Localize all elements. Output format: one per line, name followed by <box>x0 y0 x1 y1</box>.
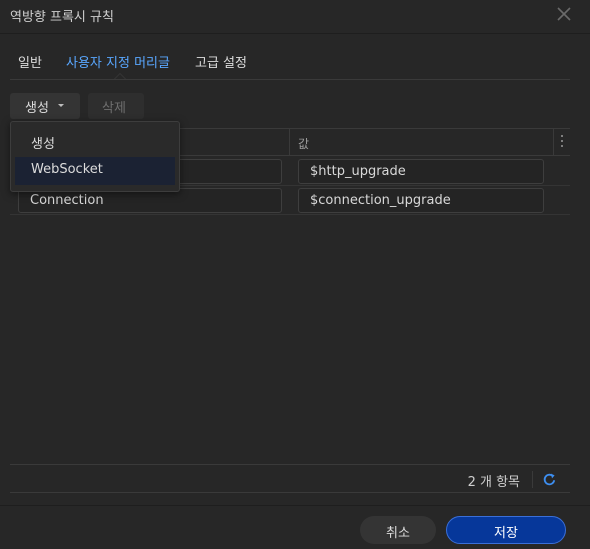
reverse-proxy-dialog: 역방향 프록시 규칙 일반 사용자 지정 머리글 고급 설정 생성 삭제 값 $… <box>0 0 590 549</box>
column-menu-icon[interactable] <box>560 135 564 149</box>
column-header-value[interactable]: 값 <box>298 135 309 152</box>
refresh-icon[interactable] <box>542 472 557 487</box>
grid-footer: 2 개 항목 <box>10 464 570 493</box>
tab-general[interactable]: 일반 <box>18 52 42 71</box>
create-button[interactable]: 생성 <box>10 93 80 119</box>
tab-bar: 일반 사용자 지정 머리글 고급 설정 <box>10 44 570 80</box>
footer-divider <box>0 505 590 506</box>
tab-advanced[interactable]: 고급 설정 <box>195 52 247 71</box>
item-count: 2 개 항목 <box>467 475 520 490</box>
cancel-button[interactable]: 취소 <box>360 516 436 544</box>
create-dropdown-menu: 생성 WebSocket <box>10 121 180 192</box>
menu-item-create[interactable]: 생성 <box>15 128 175 156</box>
active-tab-indicator <box>114 73 126 79</box>
chevron-down-icon <box>58 104 64 107</box>
footer-divider <box>532 471 533 488</box>
header-value-input[interactable]: $http_upgrade <box>298 159 544 184</box>
title-divider <box>0 33 590 34</box>
title-bar: 역방향 프록시 규칙 <box>0 0 590 30</box>
column-resize-handle[interactable] <box>289 129 290 156</box>
create-button-label: 생성 <box>25 101 49 116</box>
header-value-input[interactable]: $connection_upgrade <box>298 188 544 213</box>
save-button[interactable]: 저장 <box>446 516 566 544</box>
column-resize-handle[interactable] <box>553 129 554 156</box>
delete-button-label: 삭제 <box>102 101 126 116</box>
dialog-title: 역방향 프록시 규칙 <box>10 10 114 25</box>
tab-custom-headers[interactable]: 사용자 지정 머리글 <box>66 52 170 71</box>
close-icon[interactable] <box>556 5 572 23</box>
delete-button[interactable]: 삭제 <box>88 93 144 119</box>
menu-item-websocket[interactable]: WebSocket <box>15 157 175 185</box>
